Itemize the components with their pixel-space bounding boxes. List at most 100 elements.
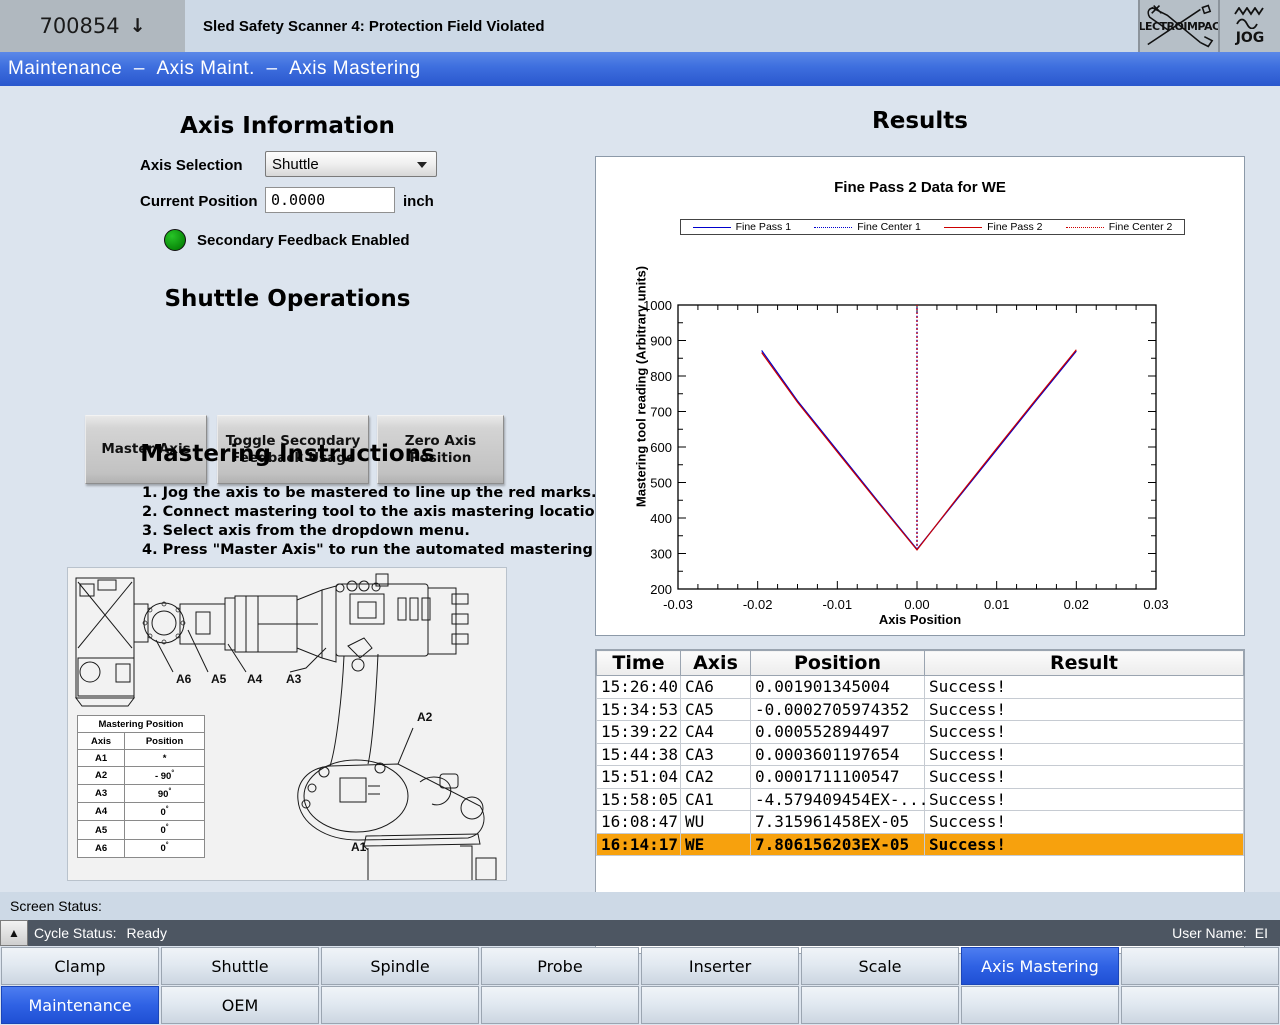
tab-empty-3[interactable] [481, 986, 639, 1024]
mastering-position-table: Mastering Position Axis Position A1*A2- … [77, 715, 205, 858]
cell-result: Success! [925, 766, 1244, 789]
axis-callout-a4: A4 [247, 672, 262, 686]
current-position-label: Current Position [140, 193, 258, 210]
table-row[interactable]: 15:44:38CA30.0003601197654Success! [597, 743, 1244, 766]
wave-icon [1233, 7, 1267, 29]
tab-bar-row-1: Clamp Shuttle Spindle Probe InserterScale Axi… [0, 947, 1280, 985]
mastering-position-value: 0° [125, 821, 205, 839]
mastering-position-row: A60° [78, 839, 205, 857]
cycle-status-label: Cycle Status: [34, 925, 116, 941]
current-position-value: 0.0000 [271, 191, 325, 209]
legend-item-3: Fine Center 2 [1066, 221, 1173, 233]
cell-result: Success! [925, 811, 1244, 834]
mastering-position-value: * [125, 750, 205, 767]
mastering-position-row: A1* [78, 750, 205, 767]
alarm-number: 700854 [39, 14, 119, 38]
main-content: Axis Information Axis Selection Shuttle … [0, 86, 1280, 892]
secondary-feedback-led [164, 229, 186, 251]
mastering-position-value: 90° [125, 785, 205, 803]
cycle-status-value: Ready [126, 925, 166, 941]
chevron-down-icon [417, 162, 427, 168]
cell-time: 15:39:22 [597, 721, 681, 744]
jog-indicator[interactable]: JOG [1218, 0, 1280, 52]
tab-label: Axis Mastering [981, 957, 1099, 976]
mastering-position-table-title: Mastering Position [78, 716, 205, 733]
cell-time: 15:58:05 [597, 788, 681, 811]
chevron-up-icon[interactable]: ▲ [0, 920, 28, 946]
table-row[interactable]: 15:39:22CA40.000552894497Success! [597, 721, 1244, 744]
cell-position: -0.0002705974352 [751, 698, 925, 721]
table-row[interactable]: 15:58:05CA1-4.579409454EX-...Success! [597, 788, 1244, 811]
tab-scale[interactable]: Scale [801, 947, 959, 985]
svg-text:-0.03: -0.03 [663, 597, 693, 612]
breadcrumb-part-1[interactable]: Maintenance [8, 58, 122, 80]
cell-axis: WU [681, 811, 751, 834]
mastering-position-value: 0° [125, 803, 205, 821]
results-title: Results [595, 108, 1245, 134]
cell-time: 15:34:53 [597, 698, 681, 721]
alarm-header: 700854 ↓ Sled Safety Scanner 4: Protecti… [0, 0, 1280, 52]
chart-x-axis-label: Axis Position [596, 612, 1244, 627]
tab-label: Spindle [370, 957, 429, 976]
down-arrow-icon[interactable]: ↓ [130, 17, 146, 36]
legend-swatch [693, 227, 731, 228]
mastering-instructions-title: Mastering Instructions [95, 441, 480, 467]
tab-bar-row-2: MaintenanceOEM [0, 986, 1280, 1024]
cell-axis: CA4 [681, 721, 751, 744]
breadcrumb-part-2[interactable]: Axis Maint. [156, 58, 254, 80]
mastering-position-header-axis: Axis [78, 733, 125, 750]
alarm-number-box[interactable]: 700854 ↓ [0, 0, 185, 52]
svg-text:900: 900 [650, 334, 672, 349]
jog-label: JOG [1236, 30, 1265, 46]
cell-axis: CA1 [681, 788, 751, 811]
tab-maintenance[interactable]: Maintenance [1, 986, 159, 1024]
svg-text:700: 700 [650, 405, 672, 420]
tab-inserter[interactable]: Inserter [641, 947, 799, 985]
cell-position: 0.0003601197654 [751, 743, 925, 766]
results-header-axis: Axis [681, 651, 751, 676]
tab-label: Shuttle [211, 957, 268, 976]
svg-text:400: 400 [650, 511, 672, 526]
breadcrumb-part-3[interactable]: Axis Mastering [289, 58, 421, 80]
tab-empty-6[interactable] [961, 986, 1119, 1024]
axis-selection-dropdown[interactable]: Shuttle [265, 151, 437, 177]
current-position-field[interactable]: 0.0000 [265, 187, 395, 213]
tab-clamp[interactable]: Clamp [1, 947, 159, 985]
cell-time: 15:26:40 [597, 676, 681, 699]
cell-result: Success! [925, 698, 1244, 721]
tab-empty-7[interactable] [1121, 986, 1279, 1024]
cycle-status-bar: ▲ Cycle Status: Ready User Name: EI [0, 920, 1280, 946]
tab-oem[interactable]: OEM [161, 986, 319, 1024]
axis-callout-a5: A5 [211, 672, 226, 686]
tab-empty-2[interactable] [321, 986, 479, 1024]
tab-empty-5[interactable] [801, 986, 959, 1024]
svg-text:0.03: 0.03 [1143, 597, 1168, 612]
table-row[interactable]: 16:08:47WU7.315961458EX-05Success! [597, 811, 1244, 834]
screen-status-bar: Screen Status: [0, 892, 1280, 920]
tab-probe[interactable]: Probe [481, 947, 639, 985]
mastering-position-axis: A6 [78, 839, 125, 857]
tab-shuttle[interactable]: Shuttle [161, 947, 319, 985]
cell-time: 15:51:04 [597, 766, 681, 789]
tab-empty-4[interactable] [641, 986, 799, 1024]
table-row[interactable]: 15:26:40CA60.001901345004Success! [597, 676, 1244, 699]
breadcrumb-separator-1: – [122, 58, 156, 80]
results-header-result: Result [925, 651, 1244, 676]
legend-swatch [944, 227, 982, 228]
mastering-position-axis: A4 [78, 803, 125, 821]
logo-text: ELECTROIMPACT [1138, 20, 1218, 33]
cell-position: 0.000552894497 [751, 721, 925, 744]
cell-time: 16:14:17 [597, 833, 681, 856]
axis-callout-a1: A1 [351, 840, 366, 854]
tab-axis-mastering[interactable]: Axis Mastering [961, 947, 1119, 985]
table-row[interactable]: 15:51:04CA20.0001711100547Success! [597, 766, 1244, 789]
cell-position: 0.001901345004 [751, 676, 925, 699]
tab-empty-7[interactable] [1121, 947, 1279, 985]
legend-item-2: Fine Pass 2 [944, 221, 1042, 233]
screen-status-label: Screen Status: [10, 898, 102, 914]
table-row[interactable]: 16:14:17WE7.806156203EX-05Success! [597, 833, 1244, 856]
svg-text:-0.02: -0.02 [743, 597, 773, 612]
table-row[interactable]: 15:34:53CA5-0.0002705974352Success! [597, 698, 1244, 721]
tab-label: Probe [537, 957, 582, 976]
tab-spindle[interactable]: Spindle [321, 947, 479, 985]
